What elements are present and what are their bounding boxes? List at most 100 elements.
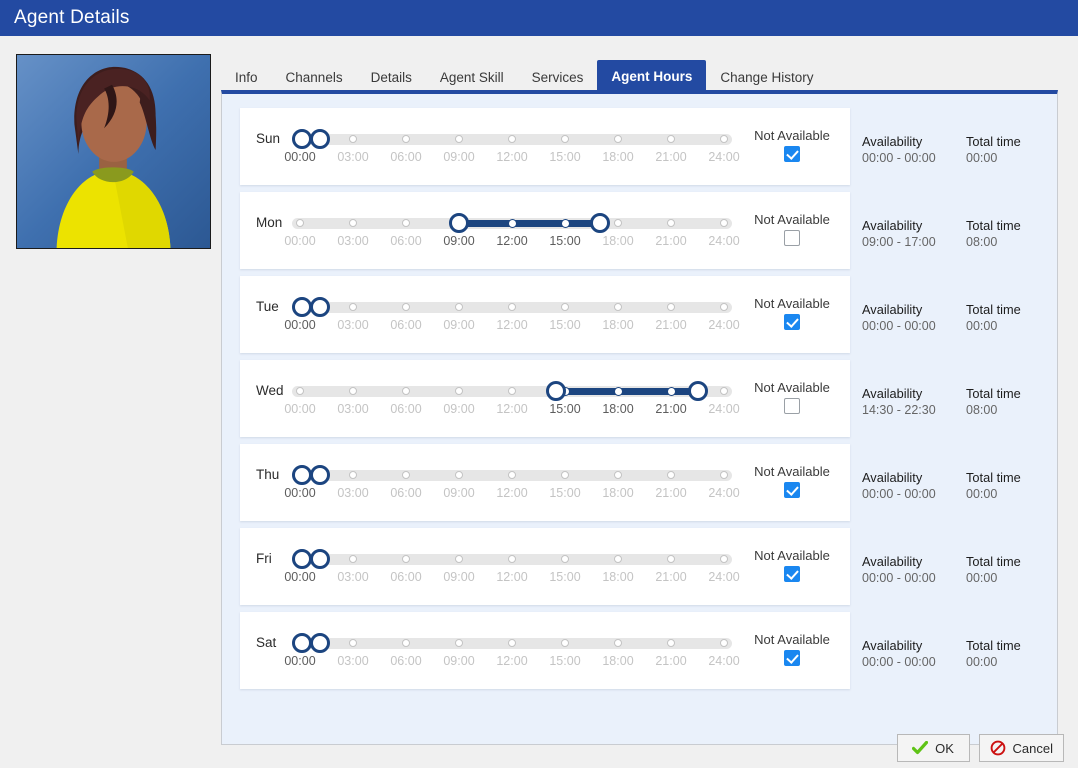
- tab-channels[interactable]: Channels: [272, 62, 357, 92]
- tab-details[interactable]: Details: [357, 62, 426, 92]
- day-label: Tue: [256, 299, 279, 314]
- day-summary: Availability 00:00 - 00:00 Total time 00:00: [850, 528, 1052, 605]
- availability-value: 00:00 - 00:00: [862, 151, 936, 165]
- slider-tick-label: 15:00: [549, 653, 581, 668]
- day-card-tue: Tue 00:00 03:00 06:00 09:00 12:00 15:00 18:00 21…: [240, 276, 850, 353]
- slider-tick-labels: 00:00 03:00 06:00 09:00 12:00 15:00 18:00 21:00…: [284, 317, 739, 338]
- day-label: Sat: [256, 635, 277, 650]
- slider-tick-label: 12:00: [496, 317, 528, 332]
- day-label: Sun: [256, 131, 281, 146]
- slider-handle-start[interactable]: [292, 465, 312, 485]
- slider-tick: [667, 219, 675, 227]
- slider-tick: [561, 639, 569, 647]
- total-time-heading: Total time: [966, 470, 1021, 485]
- tab-agent-skill[interactable]: Agent Skill: [426, 62, 518, 92]
- slider-tick: [296, 387, 304, 395]
- availability-column: Availability 14:30 - 22:30: [862, 386, 966, 437]
- slider-handle-start[interactable]: [292, 129, 312, 149]
- slider-tick: [614, 555, 622, 563]
- slider-tick-label: 24:00: [708, 149, 740, 164]
- hours-range-slider[interactable]: 00:00 03:00 06:00 09:00 12:00 15:00 18:00 21:00…: [284, 289, 740, 341]
- tab-info[interactable]: Info: [221, 62, 272, 92]
- tab-services[interactable]: Services: [518, 62, 598, 92]
- slider-handle-start[interactable]: [546, 381, 567, 401]
- day-summary: Availability 00:00 - 00:00 Total time 00:00: [850, 444, 1052, 521]
- slider-tick: [561, 135, 569, 143]
- slider-handle-end[interactable]: [310, 129, 330, 149]
- not-available-group: Not Available: [740, 128, 844, 162]
- tab-agent-hours[interactable]: Agent Hours: [597, 60, 707, 92]
- tab-change-history[interactable]: Change History: [706, 62, 827, 92]
- slider-active-range: [556, 387, 698, 395]
- not-available-label: Not Available: [754, 379, 830, 395]
- slider-tick: [507, 218, 517, 228]
- not-available-checkbox[interactable]: [784, 313, 800, 330]
- slider-tick: [667, 471, 675, 479]
- ok-button-label: OK: [935, 740, 954, 756]
- slider-tick: [402, 219, 410, 227]
- not-available-group: Not Available: [740, 296, 844, 330]
- slider-tick-label: 12:00: [496, 485, 528, 500]
- slider-tick-label: 03:00: [337, 233, 369, 248]
- agent-avatar-illustration: [17, 55, 210, 248]
- hours-range-slider[interactable]: 00:00 03:00 06:00 09:00 12:00 15:00 18:00 21:00…: [284, 457, 740, 509]
- not-available-label: Not Available: [754, 211, 830, 227]
- slider-handle-start[interactable]: [449, 213, 469, 233]
- total-time-value: 00:00: [966, 655, 998, 669]
- ok-button[interactable]: OK: [896, 734, 970, 762]
- slider-handle-end[interactable]: [310, 465, 330, 485]
- hours-range-slider[interactable]: 00:00 03:00 06:00 09:00 12:00 15:00 18:00 21:00…: [284, 625, 740, 677]
- slider-tick-label: 06:00: [390, 233, 422, 248]
- slider-handle-end[interactable]: [310, 633, 330, 653]
- slider-tick-label: 12:00: [496, 149, 528, 164]
- not-available-checkbox[interactable]: [784, 565, 800, 582]
- hours-range-slider[interactable]: 00:00 03:00 06:00 09:00 12:00 15:00 18:00 21:00…: [284, 205, 740, 257]
- slider-tick-label: 09:00: [443, 569, 475, 584]
- slider-tick: [508, 387, 516, 395]
- cancel-button[interactable]: Cancel: [978, 734, 1064, 762]
- dialog-body: Info Channels Details Agent Skill Services Ag…: [0, 36, 1078, 768]
- day-rows-container: Sun 00:00 03:00 06:00 09:00 12:00 15:00 18:00 21…: [222, 94, 1057, 689]
- red-prohibited-icon: [990, 740, 1006, 756]
- not-available-label: Not Available: [754, 463, 830, 479]
- slider-handle-start[interactable]: [292, 633, 312, 653]
- not-available-checkbox[interactable]: [784, 145, 800, 162]
- hours-range-slider[interactable]: 00:00 03:00 06:00 09:00 12:00 15:00 18:00 21:00…: [284, 121, 740, 173]
- day-card-fri: Fri 00:00 03:00 06:00 09:00 12:00 15:00 18:00 21…: [240, 528, 850, 605]
- slider-tick-label: 12:00: [496, 401, 528, 416]
- availability-column: Availability 00:00 - 00:00: [862, 638, 966, 689]
- slider-tick: [720, 219, 728, 227]
- total-time-value: 00:00: [966, 319, 998, 333]
- slider-tick: [402, 471, 410, 479]
- slider-handle-end[interactable]: [590, 213, 611, 233]
- slider-tick-label: 12:00: [496, 233, 528, 248]
- not-available-checkbox[interactable]: [784, 481, 800, 498]
- hours-range-slider[interactable]: 00:00 03:00 06:00 09:00 12:00 15:00 18:00 21:00…: [284, 373, 740, 425]
- slider-tick: [455, 555, 463, 563]
- slider-tick: [614, 135, 622, 143]
- slider-handle-end[interactable]: [687, 381, 708, 401]
- slider-tick: [296, 219, 304, 227]
- slider-tick: [561, 471, 569, 479]
- not-available-checkbox[interactable]: [784, 397, 800, 414]
- not-available-checkbox[interactable]: [784, 649, 800, 666]
- slider-tick-label: 03:00: [337, 401, 369, 416]
- slider-tick-label: 06:00: [390, 317, 422, 332]
- slider-tick: [349, 555, 357, 563]
- slider-tick: [349, 303, 357, 311]
- agent-hours-panel: Sun 00:00 03:00 06:00 09:00 12:00 15:00 18:00 21…: [221, 90, 1058, 745]
- total-time-value: 00:00: [966, 487, 998, 501]
- availability-column: Availability 09:00 - 17:00: [862, 218, 966, 269]
- slider-tick: [614, 639, 622, 647]
- slider-handle-end[interactable]: [310, 297, 330, 317]
- slider-tick-label: 03:00: [337, 485, 369, 500]
- slider-tick-label: 00:00: [284, 569, 316, 584]
- slider-handle-end[interactable]: [310, 549, 330, 569]
- hours-range-slider[interactable]: 00:00 03:00 06:00 09:00 12:00 15:00 18:00 21:00…: [284, 541, 740, 593]
- slider-handle-start[interactable]: [292, 549, 312, 569]
- not-available-checkbox[interactable]: [784, 229, 800, 246]
- slider-handle-start[interactable]: [292, 297, 312, 317]
- availability-heading: Availability: [862, 134, 923, 149]
- total-time-column: Total time 00:00: [966, 554, 1052, 605]
- slider-tick-labels: 00:00 03:00 06:00 09:00 12:00 15:00 18:00 21:00…: [284, 653, 739, 674]
